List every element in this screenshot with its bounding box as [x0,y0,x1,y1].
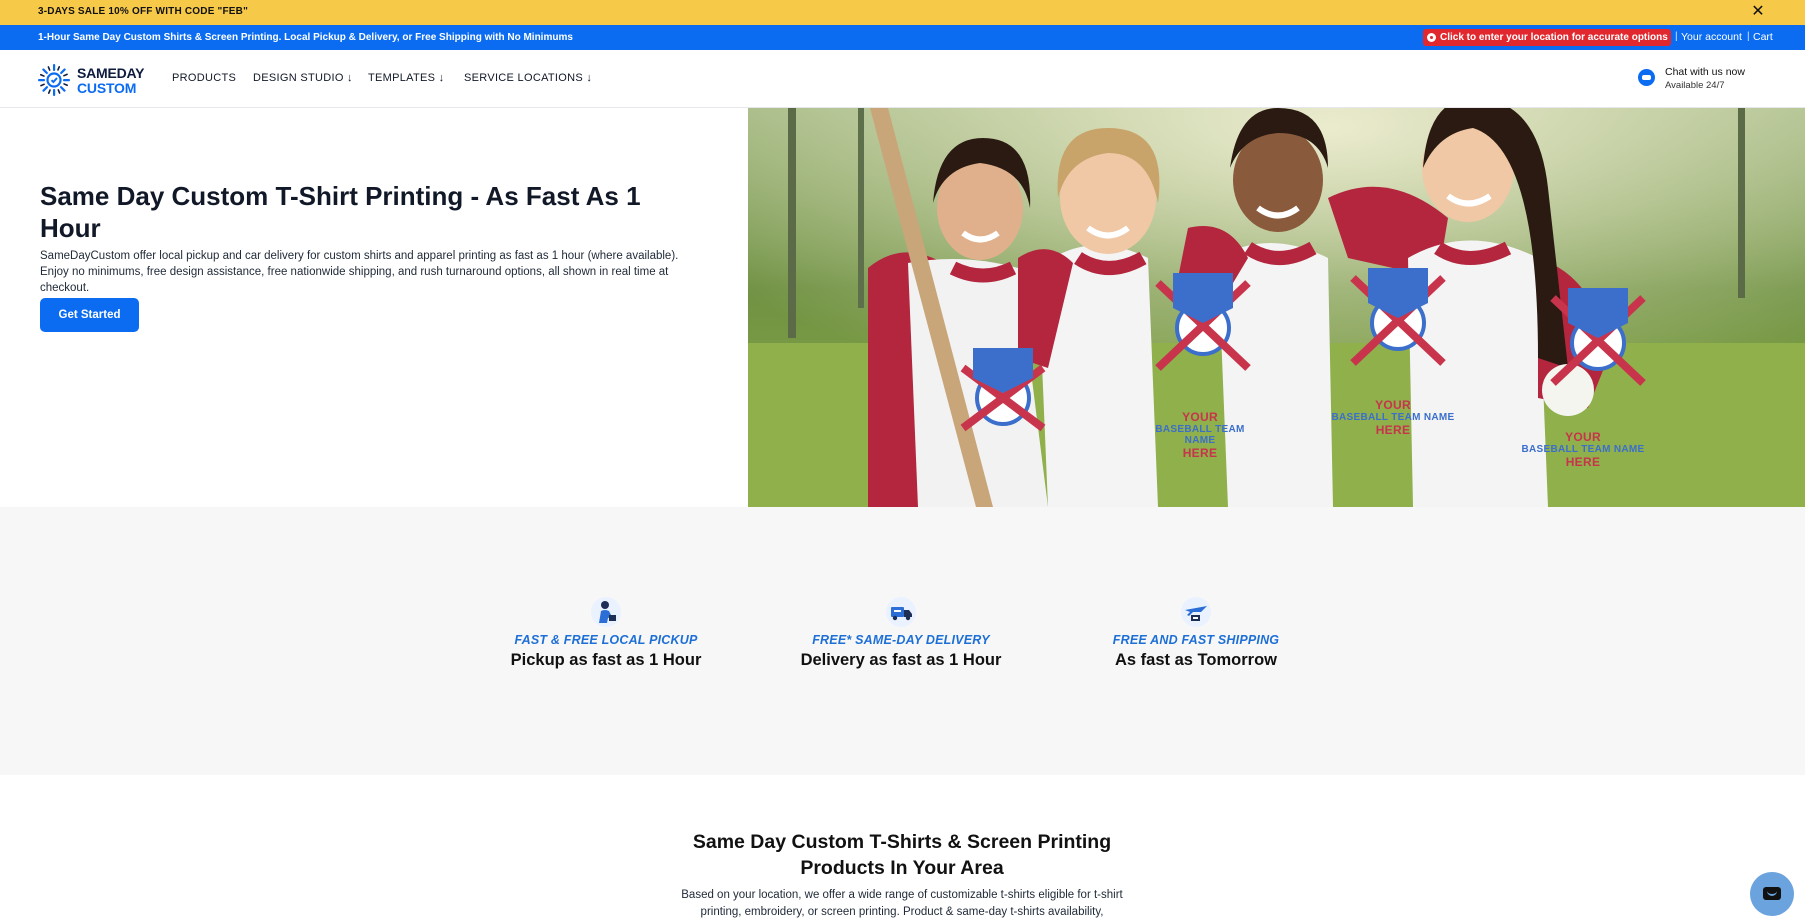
location-pin-icon [1427,33,1436,42]
chat-title: Chat with us now [1665,66,1745,78]
nav-templates[interactable]: TEMPLATES ↓ [368,72,444,84]
location-button[interactable]: Click to enter your location for accurat… [1423,29,1671,46]
pickup-person-icon [591,597,621,627]
close-icon[interactable]: ✕ [1748,2,1768,22]
separator: | [1675,31,1678,42]
nav-products[interactable]: PRODUCTS [172,72,236,84]
products-section: Same Day Custom T-Shirts & Screen Printi… [0,775,1805,924]
products-title: Same Day Custom T-Shirts & Screen Printi… [692,831,1112,879]
info-bar: 1-Hour Same Day Custom Shirts & Screen P… [0,25,1805,50]
info-text: 1-Hour Same Day Custom Shirts & Screen P… [38,32,573,43]
hero-section: Same Day Custom T-Shirt Printing - As Fa… [0,108,748,507]
promo-text: 3-DAYS SALE 10% OFF WITH CODE "FEB" [38,6,249,17]
location-button-label: Click to enter your location for accurat… [1440,32,1668,43]
chat-bubble-icon [1763,887,1781,900]
chat-icon [1638,69,1655,86]
delivery-truck-icon [886,597,916,627]
feature-kicker: FAST & FREE LOCAL PICKUP [514,633,698,647]
logo-sunburst-icon [38,64,70,96]
chat-availability: Available 24/7 [1665,80,1725,91]
feature-title: As fast as Tomorrow [1115,651,1277,669]
logo-text-sameday: SAMEDAY [77,65,145,81]
feature-title: Delivery as fast as 1 Hour [800,651,1002,669]
logo-text-custom: CUSTOM [77,80,137,96]
separator: | [1747,31,1750,42]
shipping-plane-icon [1181,597,1211,627]
nav-service-locations[interactable]: SERVICE LOCATIONS ↓ [464,72,592,84]
promo-bar: 3-DAYS SALE 10% OFF WITH CODE "FEB" ✕ [0,0,1805,25]
products-description: Based on your location, we offer a wide … [681,889,1123,918]
hero-title: Same Day Custom T-Shirt Printing - As Fa… [40,181,641,243]
hero-image: YOUR BASEBALL TEAM NAME HERE YOUR BASEBA… [748,108,1805,507]
feature-kicker: FREE* SAME-DAY DELIVERY [812,633,990,647]
shirt-print-text: YOUR BASEBALL TEAM NAME HERE [1521,430,1645,469]
get-started-button[interactable]: Get Started [40,298,139,332]
chat-launcher-button[interactable] [1750,872,1794,916]
your-account-link[interactable]: Your account [1681,31,1742,43]
feature-kicker: FREE AND FAST SHIPPING [1112,633,1280,647]
shirt-print-text: YOUR BASEBALL TEAM NAME HERE [1331,398,1455,437]
shirt-print-text: YOUR BASEBALL TEAM NAME HERE [1155,410,1245,460]
chat-widget[interactable]: Chat with us now Available 24/7 [1638,63,1758,97]
feature-title: Pickup as fast as 1 Hour [510,651,702,669]
hero-description: SameDayCustom offer local pickup and car… [40,250,679,294]
site-header: SAMEDAY CUSTOM PRODUCTS DESIGN STUDIO ↓ … [0,50,1805,108]
logo[interactable]: SAMEDAY CUSTOM [37,62,157,96]
nav-design-studio[interactable]: DESIGN STUDIO ↓ [253,72,353,84]
features-section: FAST & FREE LOCAL PICKUP Pickup as fast … [0,507,1805,775]
cart-link[interactable]: Cart [1753,31,1773,43]
